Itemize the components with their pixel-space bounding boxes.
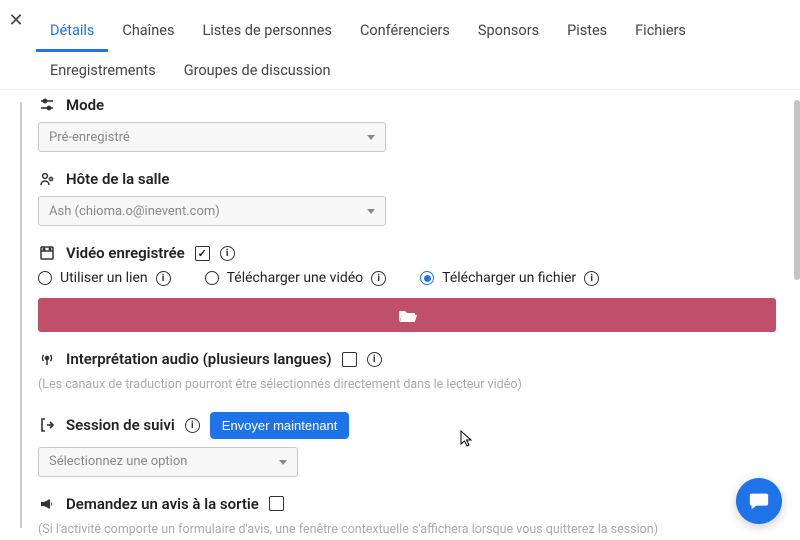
tab-channels[interactable]: Chaînes xyxy=(108,12,188,52)
info-icon[interactable]: i xyxy=(584,271,599,286)
info-icon[interactable]: i xyxy=(220,246,235,261)
info-icon[interactable]: i xyxy=(185,418,200,433)
close-button[interactable]: ✕ xyxy=(6,10,26,30)
followup-select[interactable]: Sélectionnez une option xyxy=(38,447,298,477)
tab-people-lists[interactable]: Listes de personnes xyxy=(188,12,345,52)
broadcast-icon xyxy=(38,350,56,368)
field-mode: Mode Pré-enregistré xyxy=(38,96,776,152)
recorded-video-checkbox[interactable] xyxy=(195,246,210,261)
followup-label: Session de suivi xyxy=(66,416,175,434)
tab-recordings[interactable]: Enregistrements xyxy=(36,52,170,89)
details-panel: Mode Pré-enregistré Hôte de la salle Ash… xyxy=(20,90,800,540)
info-icon[interactable]: i xyxy=(156,271,171,286)
radio-icon xyxy=(205,271,219,285)
send-now-button[interactable]: Envoyer maintenant xyxy=(210,412,350,439)
info-icon[interactable]: i xyxy=(367,352,382,367)
tab-sponsors[interactable]: Sponsors xyxy=(464,12,553,52)
film-icon xyxy=(38,244,56,262)
mode-select[interactable]: Pré-enregistré xyxy=(38,122,386,152)
audio-helper-text: (Les canaux de traduction pourront être … xyxy=(38,376,776,394)
field-exit-review: Demandez un avis à la sortie (Si l'activ… xyxy=(38,495,776,539)
tab-speakers[interactable]: Conférenciers xyxy=(346,12,464,52)
exit-review-helper-text: (Si l'activité comporte un formulaire d'… xyxy=(38,521,776,539)
tab-breakouts[interactable]: Groupes de discussion xyxy=(170,52,345,89)
scrollbar-thumb[interactable] xyxy=(794,100,800,280)
audio-label: Interprétation audio (plusieurs langues) xyxy=(66,350,332,368)
recorded-video-label: Vidéo enregistrée xyxy=(66,244,185,262)
radio-icon xyxy=(420,271,434,285)
megaphone-icon xyxy=(38,495,56,513)
signout-icon xyxy=(38,416,56,434)
option-use-link[interactable]: Utiliser un lien i xyxy=(38,270,171,286)
person-icon xyxy=(38,170,56,188)
folder-open-icon xyxy=(398,308,416,322)
chat-fab[interactable] xyxy=(736,478,782,524)
field-followup-session: Session de suivi i Envoyer maintenant Sé… xyxy=(38,412,776,477)
tab-details[interactable]: Détails xyxy=(36,12,108,52)
room-host-label: Hôte de la salle xyxy=(66,170,170,188)
audio-checkbox[interactable] xyxy=(342,352,357,367)
tab-tracks[interactable]: Pistes xyxy=(553,12,621,52)
option-upload-video[interactable]: Télécharger une vidéo i xyxy=(205,270,387,286)
field-room-host: Hôte de la salle Ash (chioma.o@inevent.c… xyxy=(38,170,776,226)
upload-file-button[interactable] xyxy=(38,298,776,332)
info-icon[interactable]: i xyxy=(371,271,386,286)
radio-icon xyxy=(38,271,52,285)
sliders-icon xyxy=(38,96,56,114)
recorded-video-options: Utiliser un lien i Télécharger une vidéo… xyxy=(38,270,776,286)
tab-bar: Détails Chaînes Listes de personnes Conf… xyxy=(0,6,800,90)
field-recorded-video: Vidéo enregistrée i Utiliser un lien i T… xyxy=(38,244,776,332)
room-host-select[interactable]: Ash (chioma.o@inevent.com) xyxy=(38,196,386,226)
field-audio-interpretation: Interprétation audio (plusieurs langues)… xyxy=(38,350,776,394)
mode-label: Mode xyxy=(66,96,104,114)
exit-review-checkbox[interactable] xyxy=(269,496,284,511)
exit-review-label: Demandez un avis à la sortie xyxy=(66,495,259,513)
chat-icon xyxy=(748,490,770,512)
option-upload-file[interactable]: Télécharger un fichier i xyxy=(420,270,599,286)
tab-files[interactable]: Fichiers xyxy=(621,12,700,52)
